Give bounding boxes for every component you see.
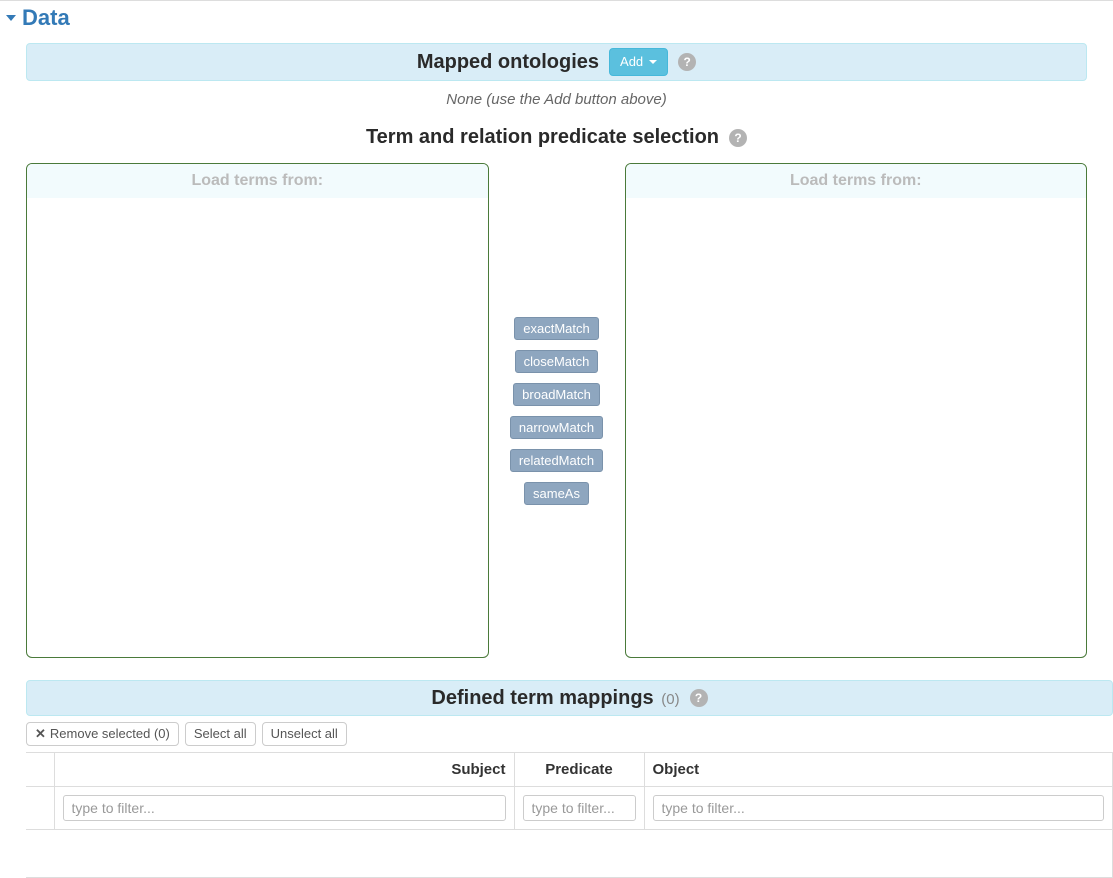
predicate-broadmatch[interactable]: broadMatch (513, 383, 600, 406)
col-checkbox (26, 753, 54, 787)
defined-mappings-count: (0) (661, 691, 679, 708)
left-term-box-header: Load terms from: (27, 164, 488, 198)
predicate-exactmatch[interactable]: exactMatch (514, 317, 598, 340)
select-all-button[interactable]: Select all (185, 722, 256, 746)
col-object: Object (644, 753, 1113, 787)
mapped-none-text: None (use the Add button above) (26, 91, 1087, 108)
right-term-box-header: Load terms from: (626, 164, 1087, 198)
object-filter-input[interactable] (653, 795, 1105, 821)
predicate-closematch[interactable]: closeMatch (515, 350, 599, 373)
remove-selected-button[interactable]: ✕ Remove selected (0) (26, 722, 179, 746)
defined-mappings-title: Defined term mappings (431, 687, 653, 709)
defined-mappings-heading: Defined term mappings (0) ? (26, 680, 1113, 716)
section-toggle-data[interactable]: Data (0, 1, 1113, 35)
col-predicate: Predicate (514, 753, 644, 787)
col-subject: Subject (54, 753, 514, 787)
add-ontology-label: Add (620, 53, 643, 71)
mapped-ontologies-heading: Mapped ontologies Add ? (26, 43, 1087, 81)
predicate-sameas[interactable]: sameAs (524, 482, 589, 505)
predicate-narrowmatch[interactable]: narrowMatch (510, 416, 603, 439)
mapped-ontologies-title: Mapped ontologies (417, 51, 599, 74)
add-ontology-button[interactable]: Add (609, 48, 668, 76)
section-title: Data (22, 5, 70, 31)
right-term-box: Load terms from: (625, 163, 1088, 658)
help-icon[interactable]: ? (690, 689, 708, 707)
unselect-all-button[interactable]: Unselect all (262, 722, 347, 746)
remove-selected-label: Remove selected (0) (50, 725, 170, 743)
close-icon: ✕ (35, 725, 46, 743)
term-selection-title-row: Term and relation predicate selection ? (26, 126, 1087, 149)
caret-down-icon (6, 15, 16, 21)
predicate-relatedmatch[interactable]: relatedMatch (510, 449, 603, 472)
predicate-filter-input[interactable] (523, 795, 636, 821)
help-icon[interactable]: ? (678, 53, 696, 71)
subject-filter-input[interactable] (63, 795, 506, 821)
left-term-box: Load terms from: (26, 163, 489, 658)
term-selection-title: Term and relation predicate selection (366, 126, 719, 149)
chevron-down-icon (649, 60, 657, 64)
mappings-table: Subject Predicate Object (26, 752, 1113, 878)
predicate-column: exactMatch closeMatch broadMatch narrowM… (507, 163, 607, 658)
help-icon[interactable]: ? (729, 129, 747, 147)
